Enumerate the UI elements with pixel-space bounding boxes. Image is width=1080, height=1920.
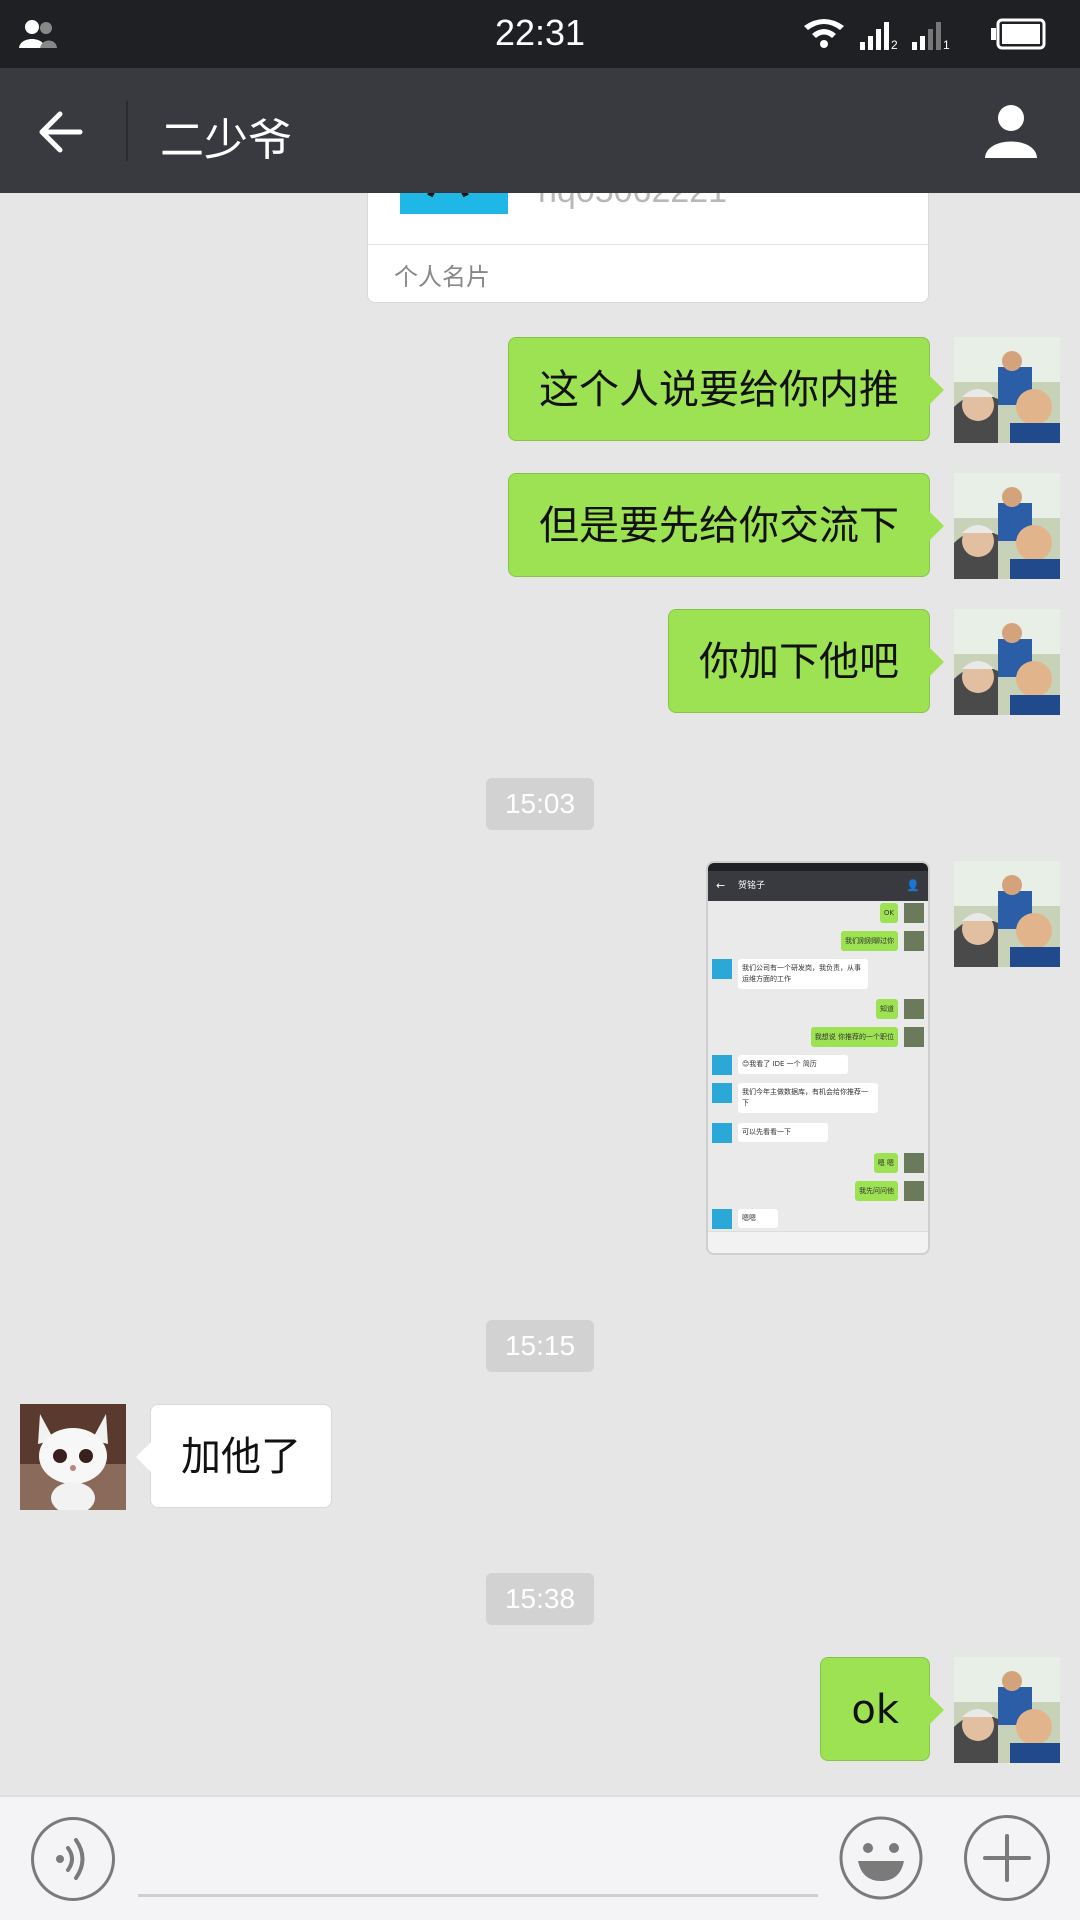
preview-bubble-out: 我想说 你推荐的一个职位: [810, 1027, 898, 1047]
preview-avatar: [712, 959, 732, 979]
contact-card-message[interactable]: nq05062221 个人名片: [367, 193, 929, 303]
voice-icon: [56, 1838, 85, 1880]
preview-avatar: [712, 1123, 732, 1143]
my-avatar[interactable]: [954, 861, 1060, 967]
preview-avatar: [712, 1209, 732, 1229]
preview-avatar: [904, 1027, 924, 1047]
preview-status-bar: [708, 863, 928, 871]
preview-header: ← 贺铭子 👤: [708, 871, 928, 901]
preview-avatar: [904, 999, 924, 1019]
preview-avatar: [904, 931, 924, 951]
preview-row: 可以先看看一下: [708, 1123, 928, 1145]
timestamp: 15:15: [486, 1320, 594, 1372]
preview-row: 我们今年主做数据库，有机会给你推荐一下: [708, 1083, 928, 1117]
chat-message-list[interactable]: nq05062221 个人名片 这个人说要给你内推 但是要先给你交流下 你加下他…: [0, 193, 1080, 1795]
preview-input-bar: [708, 1231, 928, 1253]
chat-title: 二少爷: [160, 115, 292, 166]
family-photo-avatar-icon: [954, 337, 1060, 443]
preview-bubble-out: OK: [879, 903, 898, 923]
preview-profile-icon: 👤: [906, 879, 920, 892]
family-photo-avatar-icon: [954, 1657, 1060, 1763]
svg-text:1: 1: [943, 38, 950, 52]
preview-avatar: [904, 1153, 924, 1173]
outgoing-message[interactable]: ok: [820, 1657, 944, 1761]
preview-bubble-out: 我先问问他: [855, 1181, 898, 1201]
preview-bubble-in: 嗯嗯: [738, 1209, 778, 1228]
preview-row: 嗯 嗯: [708, 1153, 928, 1175]
preview-avatar: [712, 1083, 732, 1103]
signal-status-icons: 2 1: [804, 18, 1046, 52]
chat-profile-icon[interactable]: [982, 102, 1040, 160]
preview-bubble-in: 可以先看看一下: [738, 1123, 828, 1142]
incoming-message[interactable]: 加他了: [136, 1404, 332, 1508]
preview-row: 嗯嗯: [708, 1209, 928, 1231]
preview-avatar: [904, 1181, 924, 1201]
my-avatar[interactable]: [954, 1657, 1060, 1763]
friend-avatar[interactable]: [20, 1404, 126, 1510]
family-photo-avatar-icon: [954, 473, 1060, 579]
my-avatar[interactable]: [954, 609, 1060, 715]
more-options-button[interactable]: [964, 1815, 1050, 1901]
image-message[interactable]: ← 贺铭子 👤 OK 我们刚刚聊过你 我们公司有一个研发岗，我负责，从事运维方面…: [706, 861, 930, 1255]
family-photo-avatar-icon: [954, 609, 1060, 715]
preview-row: 知道: [708, 999, 928, 1021]
card-type-label: 个人名片: [394, 263, 490, 291]
family-photo-avatar-icon: [954, 861, 1060, 967]
card-thumbnail: [400, 193, 508, 214]
preview-bubble-in: 我们公司有一个研发岗，我负责，从事运维方面的工作: [738, 959, 868, 989]
preview-bubble-out: 知道: [876, 999, 898, 1019]
message-input[interactable]: [138, 1821, 818, 1897]
my-avatar[interactable]: [954, 473, 1060, 579]
preview-row: OK: [708, 903, 928, 925]
my-avatar[interactable]: [954, 337, 1060, 443]
timestamp: 15:03: [486, 778, 594, 830]
preview-row: 我们刚刚聊过你: [708, 931, 928, 953]
card-contact-id: nq05062221: [538, 193, 727, 211]
preview-row: 我们公司有一个研发岗，我负责，从事运维方面的工作: [708, 959, 928, 993]
preview-avatar: [904, 903, 924, 923]
svg-text:2: 2: [891, 38, 898, 52]
outgoing-message[interactable]: 你加下他吧: [668, 609, 944, 713]
preview-bubble-in: 我们今年主做数据库，有机会给你推荐一下: [738, 1083, 878, 1113]
preview-bubble-out: 嗯 嗯: [873, 1153, 898, 1173]
voice-input-button[interactable]: [31, 1817, 115, 1901]
outgoing-message[interactable]: 这个人说要给你内推: [508, 337, 944, 441]
preview-title: 贺铭子: [738, 881, 766, 891]
preview-bubble-in: 😊我看了 IDE 一个 简历: [738, 1055, 848, 1074]
timestamp: 15:38: [486, 1573, 594, 1625]
white-fox-plush-avatar-icon: [20, 1404, 126, 1510]
plus-icon: [983, 1834, 1031, 1882]
preview-row: 我想说 你推荐的一个职位: [708, 1027, 928, 1049]
preview-back-icon: ←: [716, 879, 726, 892]
preview-row: 我先问问他: [708, 1181, 928, 1203]
header-divider: [126, 101, 128, 161]
preview-avatar: [712, 1055, 732, 1075]
card-thumbnail-figure-icon: [427, 193, 469, 198]
preview-row: 😊我看了 IDE 一个 简历: [708, 1055, 928, 1077]
message-input-bar: [0, 1795, 1080, 1920]
preview-bubble-out: 我们刚刚聊过你: [841, 931, 898, 951]
chat-header: 二少爷: [0, 68, 1080, 193]
outgoing-message[interactable]: 但是要先给你交流下: [508, 473, 944, 577]
back-arrow-icon[interactable]: [30, 102, 90, 162]
card-divider: [368, 244, 928, 245]
emoji-button-icon[interactable]: [838, 1815, 924, 1901]
status-bar: 22:31 2 1: [0, 0, 1080, 68]
